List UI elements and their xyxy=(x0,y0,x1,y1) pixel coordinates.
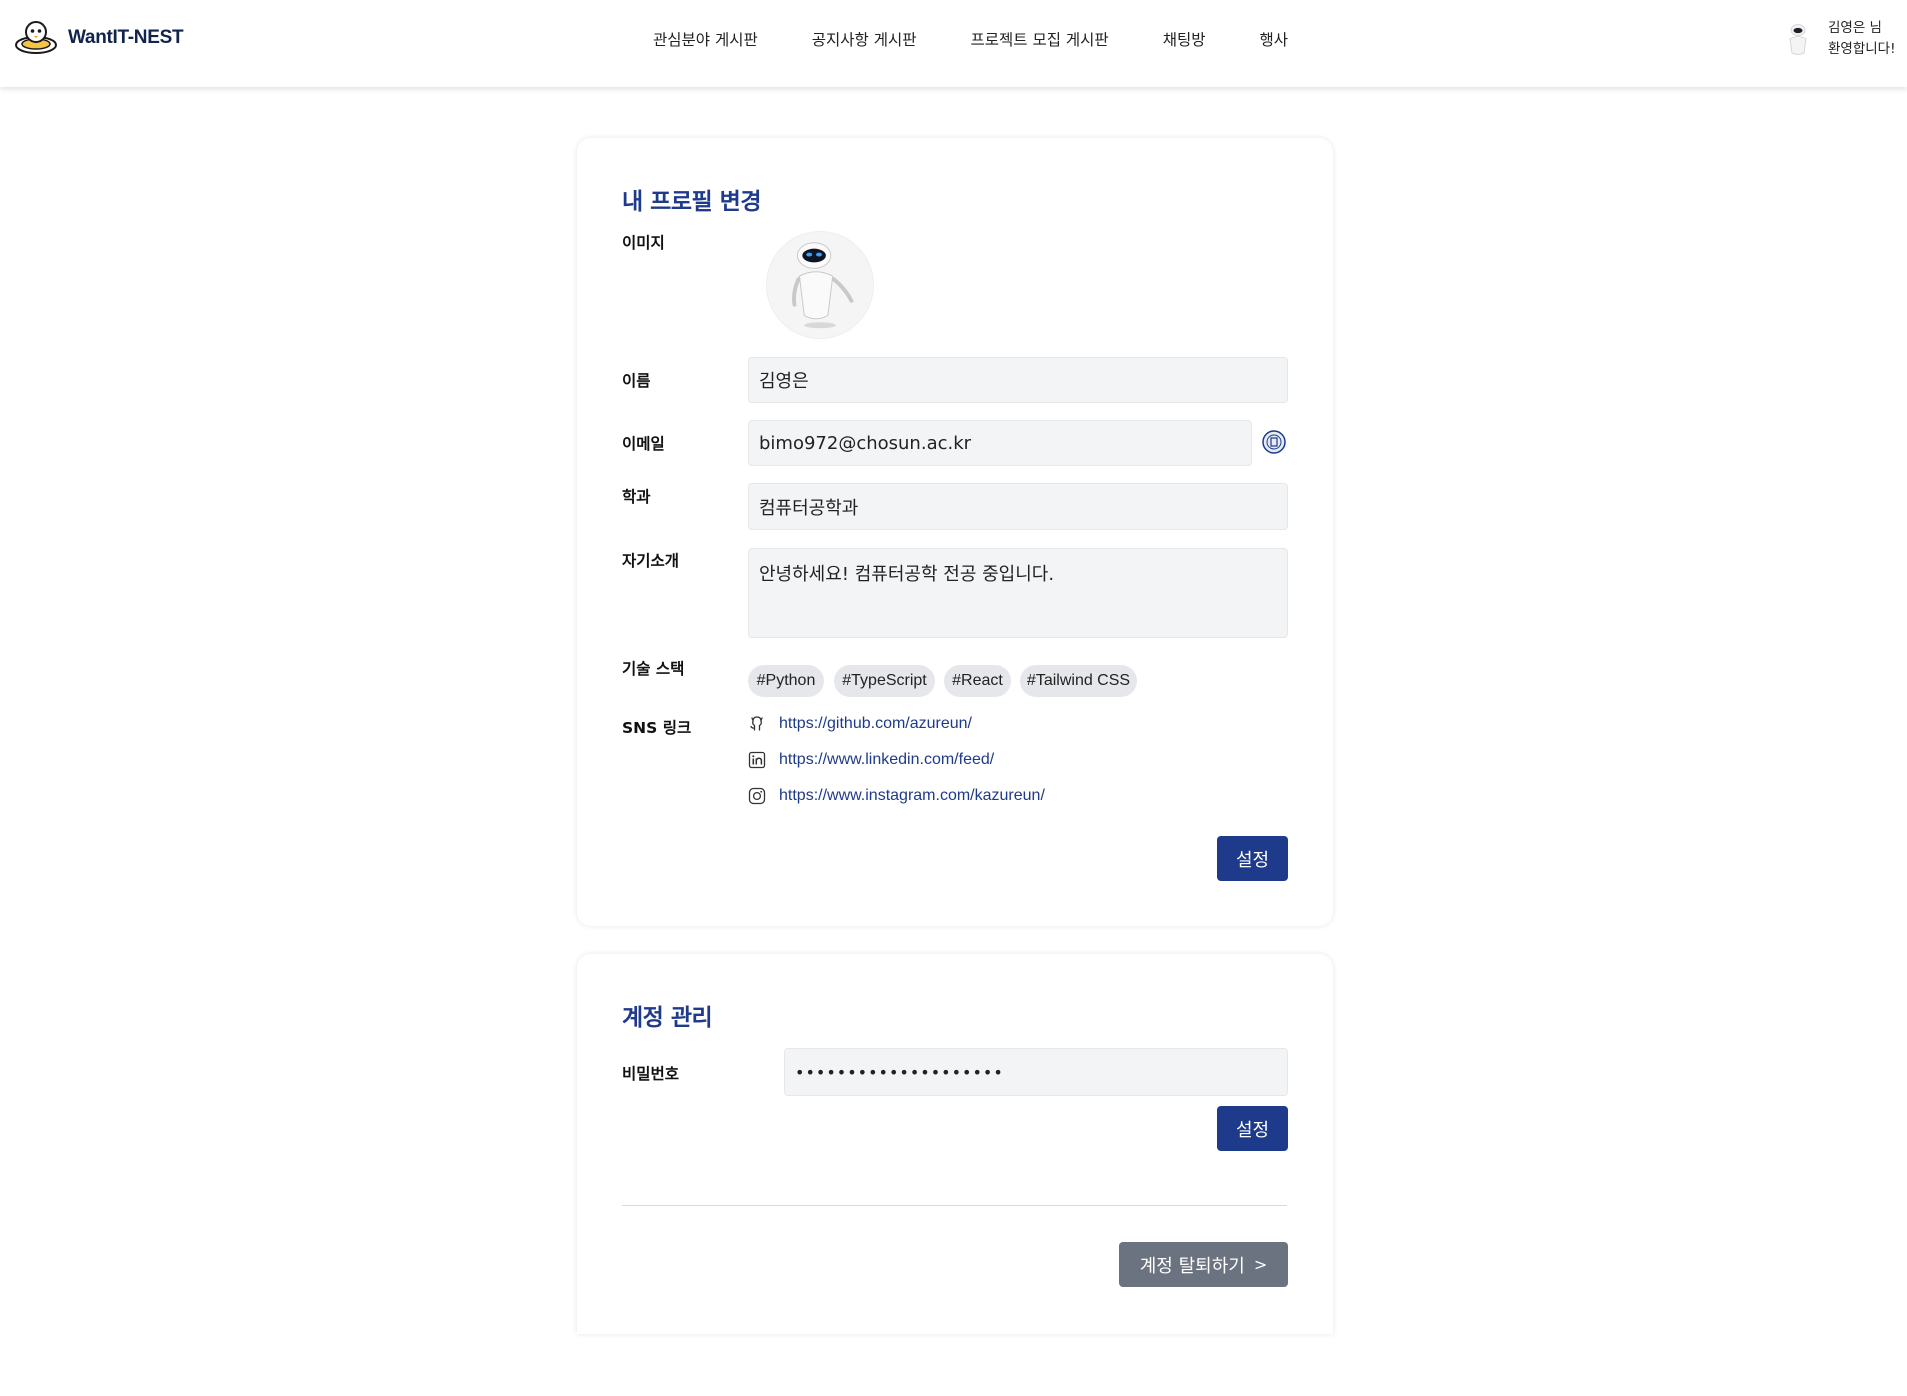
name-label: 이름 xyxy=(622,372,651,390)
withdraw-account-button[interactable]: 계정 탈퇴하기 > xyxy=(1119,1242,1288,1287)
password-field[interactable]: •••••••••••••••••••• xyxy=(784,1048,1288,1096)
university-badge-icon xyxy=(1262,430,1286,454)
tag-tailwind[interactable]: #Tailwind CSS xyxy=(1020,665,1137,697)
welcome-user-name: 김영은 님 xyxy=(1828,20,1882,36)
intro-textarea[interactable]: 안녕하세요! 컴퓨터공학 전공 중입니다. xyxy=(748,548,1288,638)
email-label: 이메일 xyxy=(622,435,665,453)
account-management-card: 계정 관리 비밀번호 •••••••••••••••••••• 설정 계정 탈퇴… xyxy=(577,954,1333,1334)
image-label: 이미지 xyxy=(622,234,665,252)
name-field[interactable]: 김영은 xyxy=(748,357,1288,403)
tag-typescript[interactable]: #TypeScript xyxy=(834,665,935,697)
tag-react[interactable]: #React xyxy=(944,665,1011,697)
tech-stack-label: 기술 스택 xyxy=(622,660,685,678)
nav-events[interactable]: 행사 xyxy=(1259,28,1288,50)
brand-name: WantIT-NEST xyxy=(68,27,184,48)
user-menu[interactable]: 김영은 님 환영합니다! xyxy=(1778,18,1896,60)
brand-logo[interactable]: WantIT-NEST xyxy=(14,18,184,58)
instagram-icon xyxy=(748,787,766,805)
github-link[interactable]: https://github.com/azureun/ xyxy=(779,715,972,733)
welcome-text: 김영은 님 환영합니다! xyxy=(1828,18,1896,60)
nav-interest-board[interactable]: 관심분야 게시판 xyxy=(653,28,758,50)
profile-title: 내 프로필 변경 xyxy=(622,189,761,215)
intro-label: 자기소개 xyxy=(622,552,680,570)
profile-image[interactable] xyxy=(766,231,874,339)
tag-python[interactable]: #Python xyxy=(748,665,824,697)
welcome-greeting: 환영합니다! xyxy=(1828,41,1896,57)
sns-row-instagram: https://www.instagram.com/kazureun/ xyxy=(748,787,1045,805)
nest-logo-icon xyxy=(15,21,57,54)
nav-chatroom[interactable]: 채팅방 xyxy=(1163,28,1206,50)
department-field[interactable]: 컴퓨터공학과 xyxy=(748,483,1288,530)
nav-notice-board[interactable]: 공지사항 게시판 xyxy=(812,28,917,50)
instagram-link[interactable]: https://www.instagram.com/kazureun/ xyxy=(779,787,1045,805)
sns-row-linkedin: https://www.linkedin.com/feed/ xyxy=(748,751,994,769)
sns-label: SNS 링크 xyxy=(622,719,692,737)
divider xyxy=(622,1205,1287,1206)
email-field[interactable]: bimo972@chosun.ac.kr xyxy=(748,420,1252,466)
password-label: 비밀번호 xyxy=(622,1065,680,1083)
sns-row-github: https://github.com/azureun/ xyxy=(748,715,972,733)
avatar xyxy=(1778,19,1818,59)
linkedin-link[interactable]: https://www.linkedin.com/feed/ xyxy=(779,751,994,769)
chevron-right-icon: > xyxy=(1253,1255,1268,1274)
main-nav: 관심분야 게시판 공지사항 게시판 프로젝트 모집 게시판 채팅방 행사 xyxy=(653,0,1342,78)
profile-save-button[interactable]: 설정 xyxy=(1217,836,1288,881)
withdraw-label: 계정 탈퇴하기 xyxy=(1139,1255,1245,1277)
github-icon xyxy=(750,716,763,731)
nav-project-board[interactable]: 프로젝트 모집 게시판 xyxy=(971,28,1109,50)
profile-edit-card: 내 프로필 변경 이미지 이름 김영은 이메일 bimo972@chosun.a… xyxy=(577,138,1333,926)
account-title: 계정 관리 xyxy=(622,1005,713,1031)
top-navbar: WantIT-NEST 관심분야 게시판 공지사항 게시판 프로젝트 모집 게시… xyxy=(0,0,1907,87)
department-label: 학과 xyxy=(622,488,651,506)
linkedin-icon xyxy=(748,751,766,769)
password-save-button[interactable]: 설정 xyxy=(1217,1106,1288,1151)
